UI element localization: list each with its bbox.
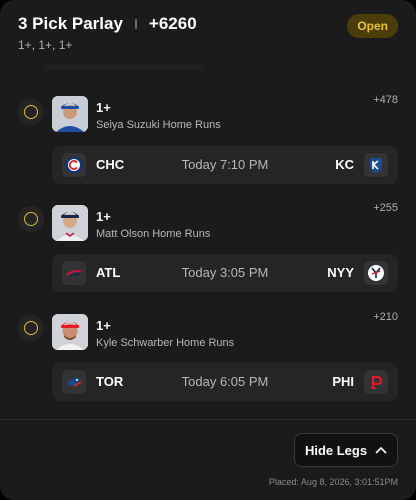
leg-odds: +478 xyxy=(373,94,398,106)
footer-divider xyxy=(0,419,416,420)
player-headshot xyxy=(52,205,88,241)
hide-legs-button[interactable]: Hide Legs xyxy=(294,433,398,467)
prop-description: Seiya Suzuki Home Runs xyxy=(96,119,221,131)
parlay-bet-card: 3 Pick Parlay +6260 1+, 1+, 1+ Open 1+ S… xyxy=(0,0,416,500)
royals-logo-icon xyxy=(364,153,388,177)
player-headshot xyxy=(52,96,88,132)
leg-status-indicator xyxy=(18,99,44,125)
home-team-code: KC xyxy=(335,157,354,172)
bet-subtitle: 1+, 1+, 1+ xyxy=(18,38,73,52)
prop-line: 1+ xyxy=(96,318,111,333)
game-matchup[interactable]: CHC Today 7:10 PM KC xyxy=(52,146,398,184)
leg-status-indicator xyxy=(18,315,44,341)
pending-circle-icon xyxy=(24,105,38,119)
prop-description: Matt Olson Home Runs xyxy=(96,228,211,240)
bet-title: 3 Pick Parlay xyxy=(18,14,123,33)
total-odds: +6260 xyxy=(148,14,197,33)
leg-odds: +255 xyxy=(373,202,398,214)
home-team-code: PHI xyxy=(332,374,354,389)
status-badge: Open xyxy=(347,14,398,38)
prop-line: 1+ xyxy=(96,209,111,224)
bet-title-row: 3 Pick Parlay +6260 xyxy=(18,14,398,34)
hide-legs-label: Hide Legs xyxy=(304,442,368,458)
phillies-logo-icon xyxy=(364,370,388,394)
player-headshot xyxy=(52,314,88,350)
title-separator xyxy=(134,19,137,29)
leg-status-indicator xyxy=(18,206,44,232)
leg-odds: +210 xyxy=(373,311,398,323)
chevron-up-icon xyxy=(375,441,387,459)
placed-timestamp: Placed: Aug 8, 2026, 3:01:51PM xyxy=(268,477,398,487)
bet-header: 3 Pick Parlay +6260 1+, 1+, 1+ Open xyxy=(18,14,398,52)
game-matchup[interactable]: ATL Today 3:05 PM NYY xyxy=(52,254,398,292)
faded-placeholder-line xyxy=(44,64,204,70)
game-matchup[interactable]: TOR Today 6:05 PM PHI xyxy=(52,363,398,401)
pending-circle-icon xyxy=(24,212,38,226)
yankees-logo-icon xyxy=(364,261,388,285)
prop-line: 1+ xyxy=(96,100,111,115)
prop-description: Kyle Schwarber Home Runs xyxy=(96,337,235,349)
pending-circle-icon xyxy=(24,321,38,335)
home-team-code: NYY xyxy=(327,265,354,280)
